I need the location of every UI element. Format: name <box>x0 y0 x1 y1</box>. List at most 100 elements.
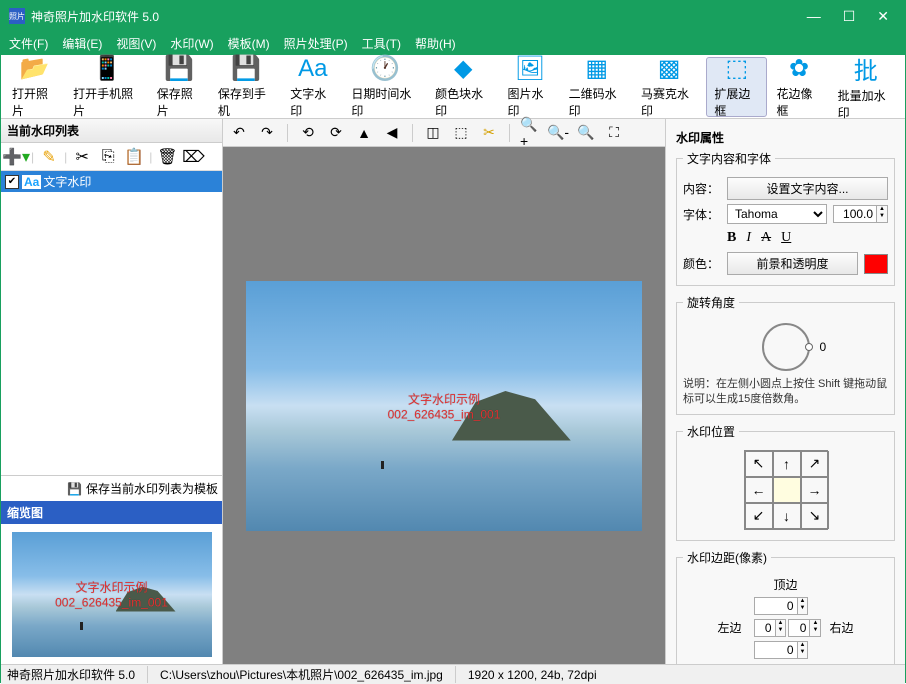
crop2-button[interactable]: ⬚ <box>451 123 471 143</box>
underline-button[interactable]: U <box>781 230 791 246</box>
rotate-left-button[interactable]: ⟲ <box>298 123 318 143</box>
preview-wm-line1: 文字水印示例 <box>246 390 642 407</box>
clear-button[interactable]: ⌦ <box>182 146 204 168</box>
datetime-watermark-label: 日期时间水印 <box>351 85 419 119</box>
thumbnail-image[interactable]: 文字水印示例 002_626435_im_001 <box>12 532 212 657</box>
copy-button[interactable]: ⎘ <box>97 146 119 168</box>
text-font-legend: 文字内容和字体 <box>683 150 775 167</box>
watermark-list[interactable]: ✔ Aa 文字水印 <box>1 171 222 475</box>
open-phone-icon: 📱 <box>91 54 123 83</box>
lace-frame-icon: ✿ <box>783 54 815 83</box>
menu-edit[interactable]: 编辑(E) <box>62 35 102 52</box>
margin-left-input[interactable]: ▲▼ <box>754 619 787 637</box>
pos-l[interactable]: ← <box>745 477 773 503</box>
menu-tools[interactable]: 工具(T) <box>362 35 401 52</box>
margin-left-label: 左边 <box>710 619 750 636</box>
italic-button[interactable]: I <box>746 230 751 246</box>
rotation-group: 旋转角度 0 说明：在左侧小圆点上按住 Shift 键拖动鼠标可以生成15度倍数… <box>676 294 895 415</box>
paste-button[interactable]: 📋 <box>123 146 145 168</box>
open-phone-button[interactable]: 📱打开手机照片 <box>66 57 148 117</box>
save-photo-button[interactable]: 💾保存照片 <box>150 57 209 117</box>
delete-button[interactable]: 🗑 <box>156 146 178 168</box>
status-app: 神奇照片加水印软件 5.0 <box>7 666 148 683</box>
margin-top-input[interactable]: ▲▼ <box>754 597 818 615</box>
mosaic-watermark-button[interactable]: ▩马赛克水印 <box>634 57 704 117</box>
crop1-button[interactable]: ◫ <box>423 123 443 143</box>
batch-icon: 批 <box>850 53 882 85</box>
undo-button[interactable]: ↶ <box>229 123 249 143</box>
flip-h-button[interactable]: ▲ <box>354 123 374 143</box>
save-to-phone-button[interactable]: 💾保存到手机 <box>211 57 281 117</box>
menu-help[interactable]: 帮助(H) <box>415 35 456 52</box>
pos-br[interactable]: ↘ <box>801 503 829 529</box>
strike-button[interactable]: A <box>761 230 771 246</box>
font-size-spinner[interactable]: ▲▼ <box>833 205 888 223</box>
crop3-button[interactable]: ✂ <box>479 123 499 143</box>
menu-view[interactable]: 视图(V) <box>116 35 156 52</box>
pos-c[interactable] <box>773 477 801 503</box>
properties-header: 水印属性 <box>676 125 895 150</box>
rotation-hint: 说明：在左侧小圆点上按住 Shift 键拖动鼠标可以生成15度倍数角。 <box>683 377 888 408</box>
color-block-watermark-button[interactable]: ◆颜色块水印 <box>428 57 498 117</box>
rotate-right-button[interactable]: ⟳ <box>326 123 346 143</box>
flip-v-button[interactable]: ◀ <box>382 123 402 143</box>
open-photo-button[interactable]: 📂打开照片 <box>5 57 64 117</box>
pos-t[interactable]: ↑ <box>773 451 801 477</box>
cut-button[interactable]: ✂ <box>71 146 93 168</box>
menu-file[interactable]: 文件(F) <box>9 35 48 52</box>
color-button[interactable]: 前景和透明度 <box>727 252 858 275</box>
text-watermark-icon: Aa <box>297 55 329 83</box>
zoom-100-button[interactable]: 🔍 <box>576 123 596 143</box>
preview-image[interactable]: 文字水印示例 002_626435_im_001 <box>246 281 642 531</box>
lace-frame-label: 花边像框 <box>776 85 821 119</box>
text-watermark-icon: Aa <box>22 175 41 189</box>
rotation-dial[interactable]: 0 <box>762 323 810 371</box>
batch-button[interactable]: 批批量加水印 <box>831 57 901 117</box>
zoom-out-button[interactable]: 🔍- <box>548 123 568 143</box>
image-watermark-button[interactable]: 🖼图片水印 <box>500 57 559 117</box>
watermark-item[interactable]: ✔ Aa 文字水印 <box>1 171 222 192</box>
zoom-fit-button[interactable]: ⛶ <box>604 123 624 143</box>
pos-bl[interactable]: ↙ <box>745 503 773 529</box>
lace-frame-button[interactable]: ✿花边像框 <box>769 57 828 117</box>
thumb-wm-line2: 002_626435_im_001 <box>12 596 212 610</box>
edit-watermark-button[interactable]: ✎ <box>38 146 60 168</box>
minimize-button[interactable]: — <box>807 8 821 25</box>
redo-button[interactable]: ↷ <box>257 123 277 143</box>
extend-border-label: 扩展边框 <box>714 85 759 119</box>
position-legend: 水印位置 <box>683 423 739 440</box>
rotation-legend: 旋转角度 <box>683 294 739 311</box>
menu-template[interactable]: 模板(M) <box>228 35 270 52</box>
save-photo-label: 保存照片 <box>157 85 202 119</box>
margin-right-input[interactable]: ▲▼ <box>788 619 821 637</box>
image-watermark-label: 图片水印 <box>507 85 552 119</box>
datetime-watermark-button[interactable]: 🕐日期时间水印 <box>344 57 426 117</box>
canvas-area[interactable]: 文字水印示例 002_626435_im_001 <box>223 147 665 664</box>
pos-r[interactable]: → <box>801 477 829 503</box>
open-phone-label: 打开手机照片 <box>73 85 141 119</box>
pos-b[interactable]: ↓ <box>773 503 801 529</box>
pos-tr[interactable]: ↗ <box>801 451 829 477</box>
color-swatch[interactable] <box>864 254 888 274</box>
margin-bottom-input[interactable]: ▲▼ <box>754 641 818 659</box>
text-watermark-button[interactable]: Aa文字水印 <box>283 57 342 117</box>
set-content-button[interactable]: 设置文字内容... <box>727 177 888 200</box>
menu-watermark[interactable]: 水印(W) <box>170 35 213 52</box>
watermark-item-checkbox[interactable]: ✔ <box>5 175 19 189</box>
open-photo-icon: 📂 <box>19 54 51 83</box>
qrcode-watermark-button[interactable]: ▦二维码水印 <box>562 57 632 117</box>
font-size-input[interactable] <box>833 205 877 223</box>
app-icon: 照片 <box>9 8 25 24</box>
extend-border-button[interactable]: ⬚扩展边框 <box>706 57 767 117</box>
close-button[interactable]: ✕ <box>877 8 889 25</box>
maximize-button[interactable]: ☐ <box>843 8 856 25</box>
menu-photo-process[interactable]: 照片处理(P) <box>284 35 348 52</box>
save-template-button[interactable]: 保存当前水印列表为模板 <box>86 480 218 497</box>
add-watermark-button[interactable]: ➕▾ <box>5 146 27 168</box>
bold-button[interactable]: B <box>727 230 736 246</box>
zoom-in-button[interactable]: 🔍+ <box>520 123 540 143</box>
margin-legend: 水印边距(像素) <box>683 549 771 566</box>
font-select[interactable]: Tahoma <box>727 204 827 224</box>
pos-tl[interactable]: ↖ <box>745 451 773 477</box>
datetime-watermark-icon: 🕐 <box>369 54 401 83</box>
